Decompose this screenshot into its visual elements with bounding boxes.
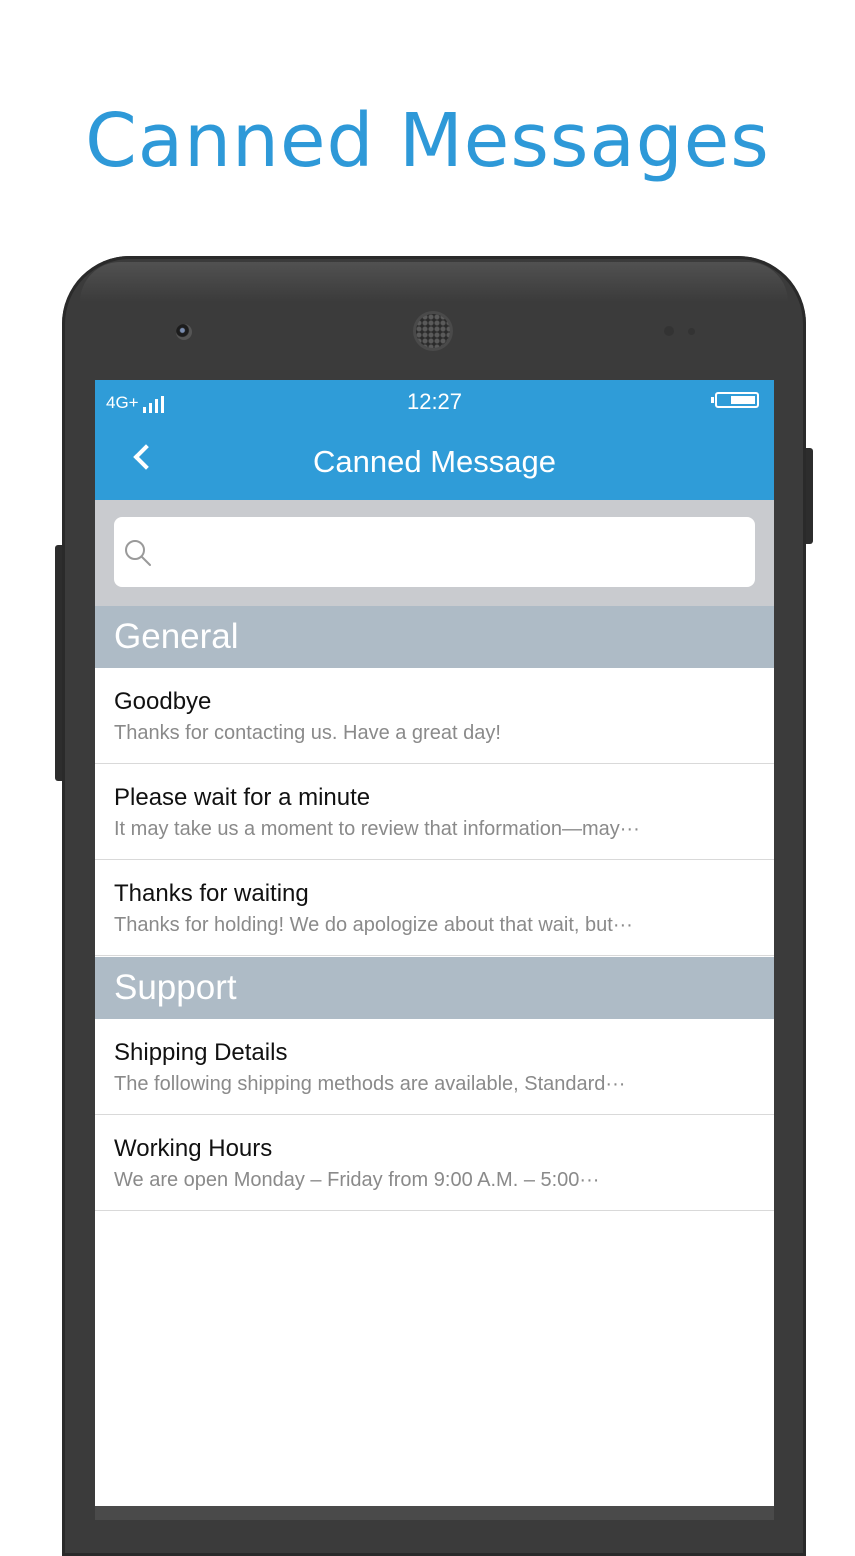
battery-icon [711,392,759,408]
message-title: Goodbye [114,688,212,715]
list-item[interactable]: Goodbye Thanks for contacting us. Have a… [95,668,774,764]
section-header-general: General [95,606,774,668]
promo-title: Canned Messages [85,98,770,184]
message-title: Thanks for waiting [114,880,309,907]
page-title: Canned Message [313,444,556,479]
search-bar [95,500,774,606]
message-title: Shipping Details [114,1039,288,1066]
speaker-grille [416,314,450,348]
list-item[interactable]: Please wait for a minute It may take us … [95,764,774,860]
search-icon [125,540,151,566]
section-header-support: Support [95,957,774,1019]
message-title: Working Hours [114,1135,273,1162]
phone-screen: 4G+ 12:27 Canned Message General Goodbye… [95,380,774,1520]
message-preview: The following shipping methods are avail… [114,1073,626,1095]
sensor-dot [664,326,674,336]
message-title: Please wait for a minute [114,784,371,811]
list-item[interactable]: Working Hours We are open Monday – Frida… [95,1115,774,1211]
message-preview: Thanks for holding! We do apologize abou… [114,914,633,936]
list-item[interactable]: Shipping Details The following shipping … [95,1019,774,1115]
message-preview: We are open Monday – Friday from 9:00 A.… [114,1169,600,1191]
list-item[interactable]: Thanks for waiting Thanks for holding! W… [95,860,774,956]
message-preview: Thanks for contacting us. Have a great d… [114,722,501,744]
camera-icon [176,324,192,340]
bottom-bar [95,1506,774,1520]
sensor-dot [688,328,695,335]
status-time: 12:27 [406,389,463,414]
app-bar: 4G+ 12:27 Canned Message [95,380,774,500]
search-input[interactable] [114,517,755,587]
message-preview: It may take us a moment to review that i… [114,818,640,840]
